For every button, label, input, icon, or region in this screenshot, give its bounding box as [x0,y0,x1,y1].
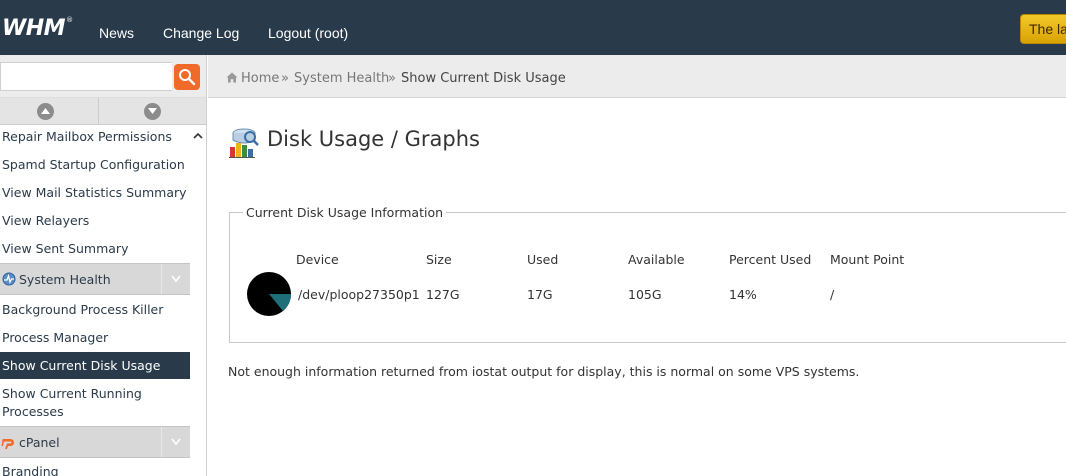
nav-logout[interactable]: Logout (root) [268,25,348,41]
column-header-available: Available [628,252,685,267]
sidebar-section-cpanel[interactable]: cPanel [0,426,190,458]
column-header-used: Used [527,252,559,267]
breadcrumb-separator: » [388,71,396,86]
column-header-size: Size [426,252,452,267]
iostat-note: Not enough information returned from ios… [228,364,860,379]
whm-logo[interactable]: WHM® [2,16,73,41]
page-title: Disk Usage / Graphs [267,127,480,151]
home-icon [226,72,238,83]
expand-all-button[interactable] [99,98,197,125]
breadcrumb-system-health[interactable]: System Health [294,71,389,86]
breadcrumb-current: Show Current Disk Usage [401,71,566,86]
cpanel-icon [1,439,14,449]
breadcrumb-home[interactable]: Home [241,71,279,86]
column-header-device: Device [296,252,339,267]
nav-change-log[interactable]: Change Log [163,25,239,41]
sidebar-item-label: Show Current Disk Usage [2,358,161,373]
cell-mount-point: / [830,287,835,302]
fieldset-legend: Current Disk Usage Information [243,205,447,220]
section-label: cPanel [19,435,60,450]
scroll-up-icon[interactable] [193,131,203,141]
disk-usage-fieldset [229,212,1066,343]
sidebar-item-process-manager[interactable]: Process Manager [2,330,108,345]
top-header: WHM® News Change Log Logout (root) The l… [0,0,1066,55]
sidebar-item-spamd-startup-configuration[interactable]: Spamd Startup Configuration [2,157,185,172]
sidebar-item-branding[interactable]: Branding [2,464,59,476]
sidebar-section-system-health[interactable]: System Health [0,263,190,295]
sidebar: Repair Mailbox Permissions Spamd Startup… [0,55,207,476]
system-health-icon [2,272,16,286]
cell-percent-used: 14% [729,287,757,302]
chevron-down-icon [171,275,181,282]
section-toggle[interactable] [161,427,190,457]
sidebar-item-show-current-running-processes[interactable]: Show Current Running [2,386,142,401]
sidebar-item-repair-mailbox-permissions[interactable]: Repair Mailbox Permissions [2,129,172,144]
section-label: System Health [19,272,111,287]
sidebar-item-show-current-disk-usage[interactable]: Show Current Disk Usage [0,352,190,379]
disk-usage-icon [229,128,259,158]
column-header-mount-point: Mount Point [830,252,905,267]
chevron-down-icon [171,438,181,445]
search-icon [179,69,196,86]
collapse-all-button[interactable] [0,98,98,125]
chevron-up-icon [41,108,50,114]
sidebar-item-view-mail-statistics-summary[interactable]: View Mail Statistics Summary [2,185,187,200]
breadcrumb-separator: » [281,71,289,86]
disk-usage-pie-chart [247,272,291,316]
sidebar-item-view-relayers[interactable]: View Relayers [2,213,89,228]
notice-button[interactable]: The la [1020,14,1066,44]
collapse-controls [0,98,206,125]
sidebar-item-view-sent-summary[interactable]: View Sent Summary [2,241,128,256]
search-button[interactable] [174,64,200,90]
sidebar-item-label-continued[interactable]: Processes [2,404,64,419]
chevron-down-icon [148,108,157,114]
cell-device: /dev/ploop27350p1 [298,287,420,302]
column-header-percent-used: Percent Used [729,252,812,267]
sidebar-search [0,55,206,98]
nav-news[interactable]: News [99,25,134,41]
cell-size: 127G [426,287,460,302]
search-input[interactable] [0,62,172,91]
cell-available: 105G [628,287,662,302]
cell-used: 17G [527,287,553,302]
sidebar-item-background-process-killer[interactable]: Background Process Killer [2,302,163,317]
breadcrumb: Home » System Health » Show Current Disk… [208,55,1066,98]
section-toggle[interactable] [161,264,190,294]
